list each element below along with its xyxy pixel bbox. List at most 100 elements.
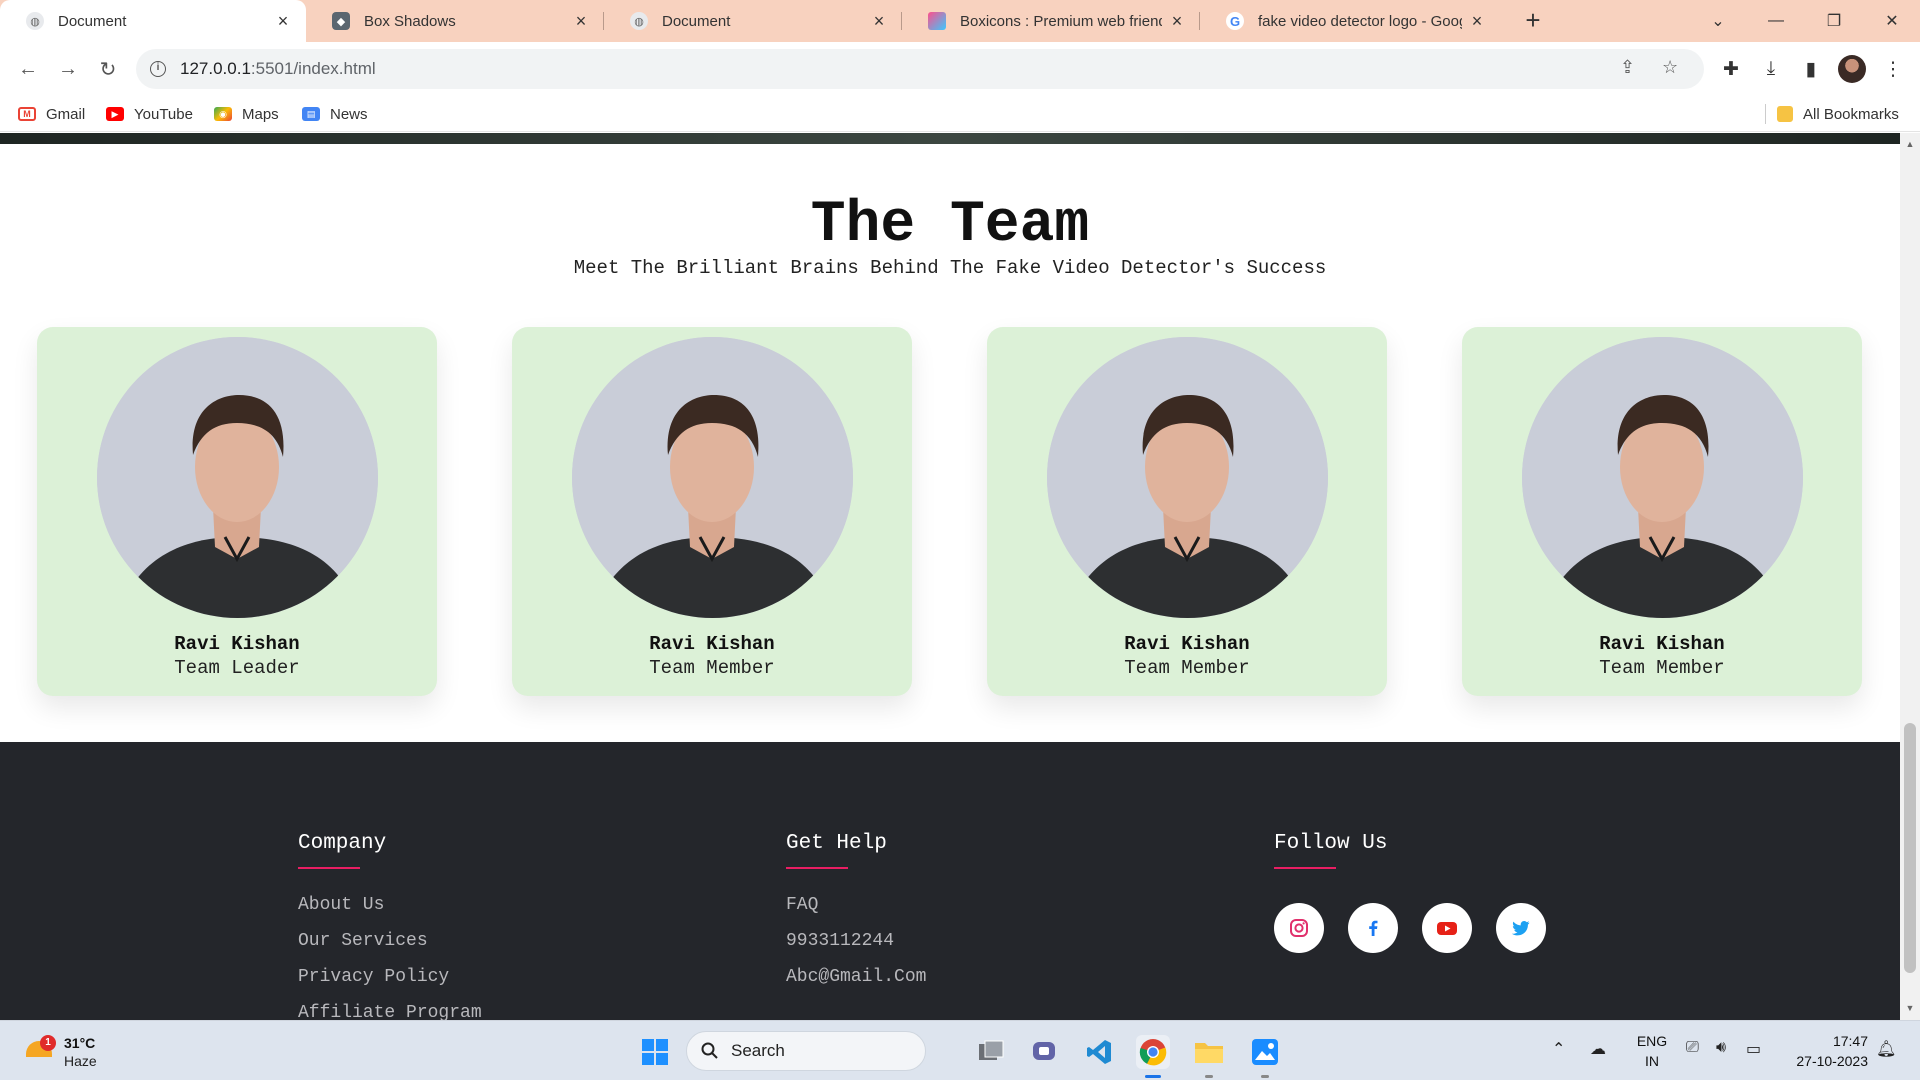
- windows-taskbar: 1 31°C Haze Search ⌃ ☁ ENG IN ⎚ 🔊︎ ▭ 17:…: [0, 1020, 1920, 1080]
- scrollbar-thumb[interactable]: [1904, 723, 1916, 973]
- bookmark-maps[interactable]: ◉ Maps: [214, 102, 279, 126]
- language-indicator[interactable]: ENG IN: [1634, 1031, 1670, 1071]
- tab-document[interactable]: ◍ Document ×: [604, 0, 902, 42]
- close-window-button[interactable]: ✕: [1864, 0, 1920, 42]
- photos-app-icon[interactable]: [1248, 1035, 1282, 1078]
- search-label: Search: [731, 1041, 785, 1060]
- bookmark-label: YouTube: [134, 105, 193, 123]
- side-panel-icon[interactable]: ▮: [1798, 56, 1824, 82]
- network-icon[interactable]: ⎚: [1686, 1039, 1699, 1057]
- footer-phone[interactable]: 9933112244: [786, 929, 926, 965]
- footer-link-our-services[interactable]: Our Services: [298, 929, 482, 965]
- notification-bell-icon[interactable]: 🔔︎: [1876, 1039, 1896, 1059]
- all-bookmarks[interactable]: All Bookmarks: [1777, 102, 1899, 126]
- bookmark-gmail[interactable]: M Gmail: [18, 102, 85, 126]
- language-code: ENG: [1636, 1033, 1668, 1049]
- teams-chat-icon[interactable]: [1028, 1035, 1062, 1069]
- search-icon: [701, 1042, 718, 1059]
- tab-boxicons[interactable]: Boxicons : Premium web friendly ×: [902, 0, 1200, 42]
- close-tab-icon[interactable]: ×: [1468, 11, 1486, 32]
- facebook-icon[interactable]: [1348, 903, 1398, 953]
- shield-icon: ◆: [332, 12, 350, 30]
- show-hidden-icons-chevron-icon[interactable]: ⌃: [1552, 1039, 1565, 1059]
- running-indicator: [1261, 1075, 1269, 1078]
- page-scrollbar[interactable]: ▲ ▼: [1900, 133, 1920, 1020]
- reload-icon[interactable]: ↻: [92, 53, 124, 85]
- clock-time: 17:47: [1832, 1033, 1868, 1049]
- member-name: Ravi Kishan: [174, 633, 300, 655]
- footer-link-about-us[interactable]: About Us: [298, 893, 482, 929]
- site-info-icon[interactable]: i: [150, 61, 166, 77]
- globe-icon: ◍: [26, 12, 44, 30]
- member-role: Team Member: [1124, 657, 1250, 679]
- new-tab-button[interactable]: +: [1518, 6, 1548, 36]
- close-tab-icon[interactable]: ×: [870, 11, 888, 32]
- team-member-card: Ravi Kishan Team Leader: [37, 327, 437, 696]
- footer-heading-help: Get Help: [786, 832, 887, 855]
- volume-icon[interactable]: 🔊︎: [1716, 1039, 1726, 1057]
- clock-date: 27-10-2023: [1796, 1053, 1868, 1069]
- footer-follow-column: Follow Us: [1274, 832, 1546, 953]
- vscode-icon[interactable]: [1082, 1035, 1116, 1069]
- file-explorer-icon[interactable]: [1192, 1035, 1226, 1078]
- bookmark-youtube[interactable]: ▶ YouTube: [106, 102, 193, 126]
- team-member-card: Ravi Kishan Team Member: [987, 327, 1387, 696]
- weather-widget[interactable]: 1 31°C Haze: [22, 1033, 142, 1073]
- footer-email[interactable]: Abc@Gmail.Com: [786, 965, 926, 1001]
- minimize-button[interactable]: —: [1748, 0, 1804, 42]
- share-icon[interactable]: ⇪: [1620, 57, 1635, 78]
- scroll-down-arrow-icon[interactable]: ▼: [1900, 1003, 1920, 1013]
- onedrive-cloud-icon[interactable]: ☁: [1590, 1039, 1606, 1059]
- tab-google-search[interactable]: G fake video detector logo - Goog ×: [1200, 0, 1500, 42]
- member-role: Team Leader: [174, 657, 300, 679]
- member-role: Team Member: [649, 657, 775, 679]
- more-menu-icon[interactable]: ⋮: [1880, 56, 1906, 82]
- footer-link-affiliate-program[interactable]: Affiliate Program: [298, 1001, 482, 1020]
- clock[interactable]: 17:47 27-10-2023: [1782, 1031, 1868, 1071]
- bookmark-news[interactable]: ▤ News: [302, 102, 368, 126]
- forward-arrow-icon[interactable]: →: [52, 53, 84, 85]
- page-viewport: The Team Meet The Brilliant Brains Behin…: [0, 133, 1900, 1020]
- chrome-icon[interactable]: [1136, 1035, 1170, 1078]
- close-tab-icon[interactable]: ×: [274, 11, 292, 32]
- tab-document-active[interactable]: ◍ Document ×: [0, 0, 306, 42]
- url-text: 127.0.0.1:5501/index.html: [180, 59, 376, 78]
- close-tab-icon[interactable]: ×: [572, 11, 590, 32]
- member-photo: [1522, 337, 1803, 618]
- member-name: Ravi Kishan: [1124, 633, 1250, 655]
- notification-badge: 1: [40, 1035, 56, 1051]
- member-photo: [97, 337, 378, 618]
- running-indicator: [1205, 1075, 1213, 1078]
- task-view-icon[interactable]: [974, 1035, 1008, 1069]
- footer-heading-follow: Follow Us: [1274, 832, 1388, 855]
- bookmarks-separator: [1765, 104, 1766, 124]
- taskbar-search[interactable]: Search: [686, 1031, 926, 1071]
- battery-icon[interactable]: ▭: [1746, 1039, 1761, 1059]
- globe-icon: ◍: [630, 12, 648, 30]
- tab-title: Document: [58, 12, 127, 30]
- windows-start-icon[interactable]: [638, 1035, 672, 1069]
- youtube-icon[interactable]: [1422, 903, 1472, 953]
- footer-heading-company: Company: [298, 832, 387, 855]
- profile-avatar[interactable]: [1838, 55, 1866, 83]
- scroll-up-arrow-icon[interactable]: ▲: [1900, 139, 1920, 149]
- close-tab-icon[interactable]: ×: [1168, 11, 1186, 32]
- address-bar[interactable]: i 127.0.0.1:5501/index.html ⇪ ☆: [136, 49, 1704, 89]
- tab-search-chevron-icon[interactable]: ⌄: [1690, 0, 1746, 42]
- footer-link-privacy-policy[interactable]: Privacy Policy: [298, 965, 482, 1001]
- footer-link-faq[interactable]: FAQ: [786, 893, 926, 929]
- member-photo: [572, 337, 853, 618]
- member-name: Ravi Kishan: [649, 633, 775, 655]
- heading-underline: [298, 867, 360, 869]
- twitter-icon[interactable]: [1496, 903, 1546, 953]
- bookmark-star-icon[interactable]: ☆: [1662, 57, 1678, 78]
- extensions-puzzle-icon[interactable]: ✚: [1718, 56, 1744, 82]
- download-icon[interactable]: ⤓: [1758, 56, 1784, 82]
- restore-button[interactable]: ❐: [1806, 0, 1862, 42]
- instagram-icon[interactable]: [1274, 903, 1324, 953]
- footer-help-column: Get Help FAQ 9933112244 Abc@Gmail.Com: [786, 832, 926, 1001]
- back-arrow-icon[interactable]: ←: [12, 53, 44, 85]
- tab-box-shadows[interactable]: ◆ Box Shadows ×: [306, 0, 604, 42]
- team-member-card: Ravi Kishan Team Member: [1462, 327, 1862, 696]
- youtube-icon: ▶: [106, 107, 124, 121]
